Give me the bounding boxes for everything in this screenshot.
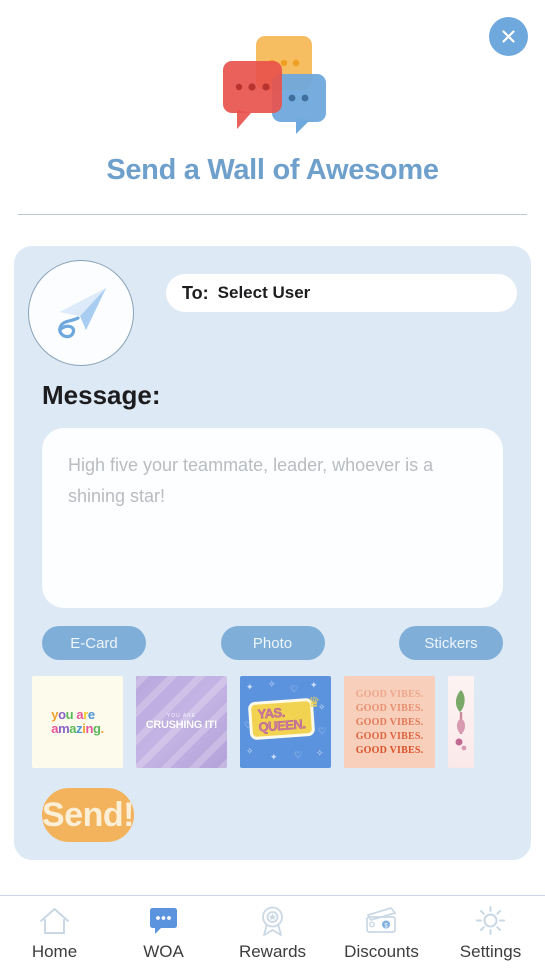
- bottom-navigation: Home WOA Rewards $ Discounts Settings: [0, 895, 545, 969]
- nav-label: Rewards: [238, 941, 307, 961]
- sticker-yas-queen[interactable]: ✦ ✧ ♡ ✦ ✧ ♡ ♡ ✧ ✦ ♡ ✧ YAS. QUEEN. ♛: [240, 676, 331, 768]
- header: Send a Wall of Awesome: [0, 0, 545, 187]
- tab-stickers[interactable]: Stickers: [399, 626, 503, 660]
- compose-card: To: Select User Message: E-Card Photo St…: [14, 246, 531, 860]
- sticker-good-vibes[interactable]: GOOD VIBES. GOOD VIBES. GOOD VIBES. GOOD…: [344, 676, 435, 768]
- to-label: To:: [182, 282, 209, 303]
- crown-icon: ♛: [307, 694, 320, 710]
- sticker-text-line: GOOD VIBES.: [355, 716, 424, 728]
- nav-label: WOA: [143, 941, 184, 961]
- recipient-select[interactable]: To: Select User: [166, 274, 517, 312]
- header-divider: [18, 214, 527, 215]
- sticker-big-text: CRUSHING IT!: [145, 719, 218, 731]
- close-x-icon: [500, 28, 517, 45]
- nav-settings[interactable]: Settings: [436, 896, 545, 969]
- message-label: Message:: [42, 380, 161, 410]
- message-box: [42, 428, 503, 608]
- sticker-badge: YAS. QUEEN.: [247, 697, 316, 741]
- attachment-tabs: E-Card Photo Stickers: [14, 608, 531, 660]
- paper-airplane-icon: [40, 272, 122, 354]
- page-title: Send a Wall of Awesome: [106, 154, 439, 186]
- sticker-you-are-amazing[interactable]: you are amazing.: [32, 676, 123, 768]
- gear-icon: [474, 904, 507, 938]
- sticker-plant-partial[interactable]: [448, 676, 474, 768]
- wallet-cards-icon: $: [364, 904, 399, 938]
- chat-bubble-icon: [147, 904, 180, 938]
- nav-label: Home: [31, 941, 78, 961]
- sticker-text-line: GOOD VIBES.: [355, 730, 424, 742]
- nav-label: Discounts: [344, 941, 419, 961]
- sticker-text: you are amazing.: [51, 707, 104, 736]
- award-ribbon-icon: [256, 904, 289, 938]
- sticker-text-line: GOOD VIBES.: [355, 744, 424, 756]
- home-icon: [38, 904, 71, 938]
- tab-ecard[interactable]: E-Card: [42, 626, 146, 660]
- nav-label: Settings: [459, 941, 522, 961]
- nav-discounts[interactable]: $ Discounts: [327, 896, 436, 969]
- nav-rewards[interactable]: Rewards: [218, 896, 327, 969]
- tab-photo[interactable]: Photo: [220, 626, 325, 660]
- avatar: [28, 260, 134, 366]
- woa-compose-screen: Send a Wall of Awesome To: Select User M…: [0, 0, 545, 969]
- recipient-row: To: Select User: [14, 260, 531, 372]
- sticker-text: YOU ARE CRUSHING IT!: [146, 713, 218, 731]
- sticker-carousel[interactable]: you are amazing. YOU ARE CRUSHING IT! ✦ ✧…: [14, 676, 531, 768]
- sticker-text-line: GOOD VIBES.: [355, 688, 424, 700]
- sticker-text-line: GOOD VIBES.: [355, 702, 424, 714]
- send-button[interactable]: Send!: [42, 788, 134, 842]
- message-input[interactable]: [68, 450, 477, 586]
- to-value: Select User: [217, 283, 311, 302]
- three-chat-bubbles-icon: [212, 30, 334, 138]
- sticker-line-2: QUEEN.: [257, 716, 306, 735]
- nav-woa[interactable]: WOA: [109, 896, 218, 969]
- plant-illustration-icon: [449, 682, 473, 762]
- nav-home[interactable]: Home: [0, 896, 109, 969]
- sticker-crushing-it[interactable]: YOU ARE CRUSHING IT!: [136, 676, 227, 768]
- sticker-small-text: YOU ARE: [166, 713, 197, 719]
- close-button[interactable]: [489, 17, 528, 56]
